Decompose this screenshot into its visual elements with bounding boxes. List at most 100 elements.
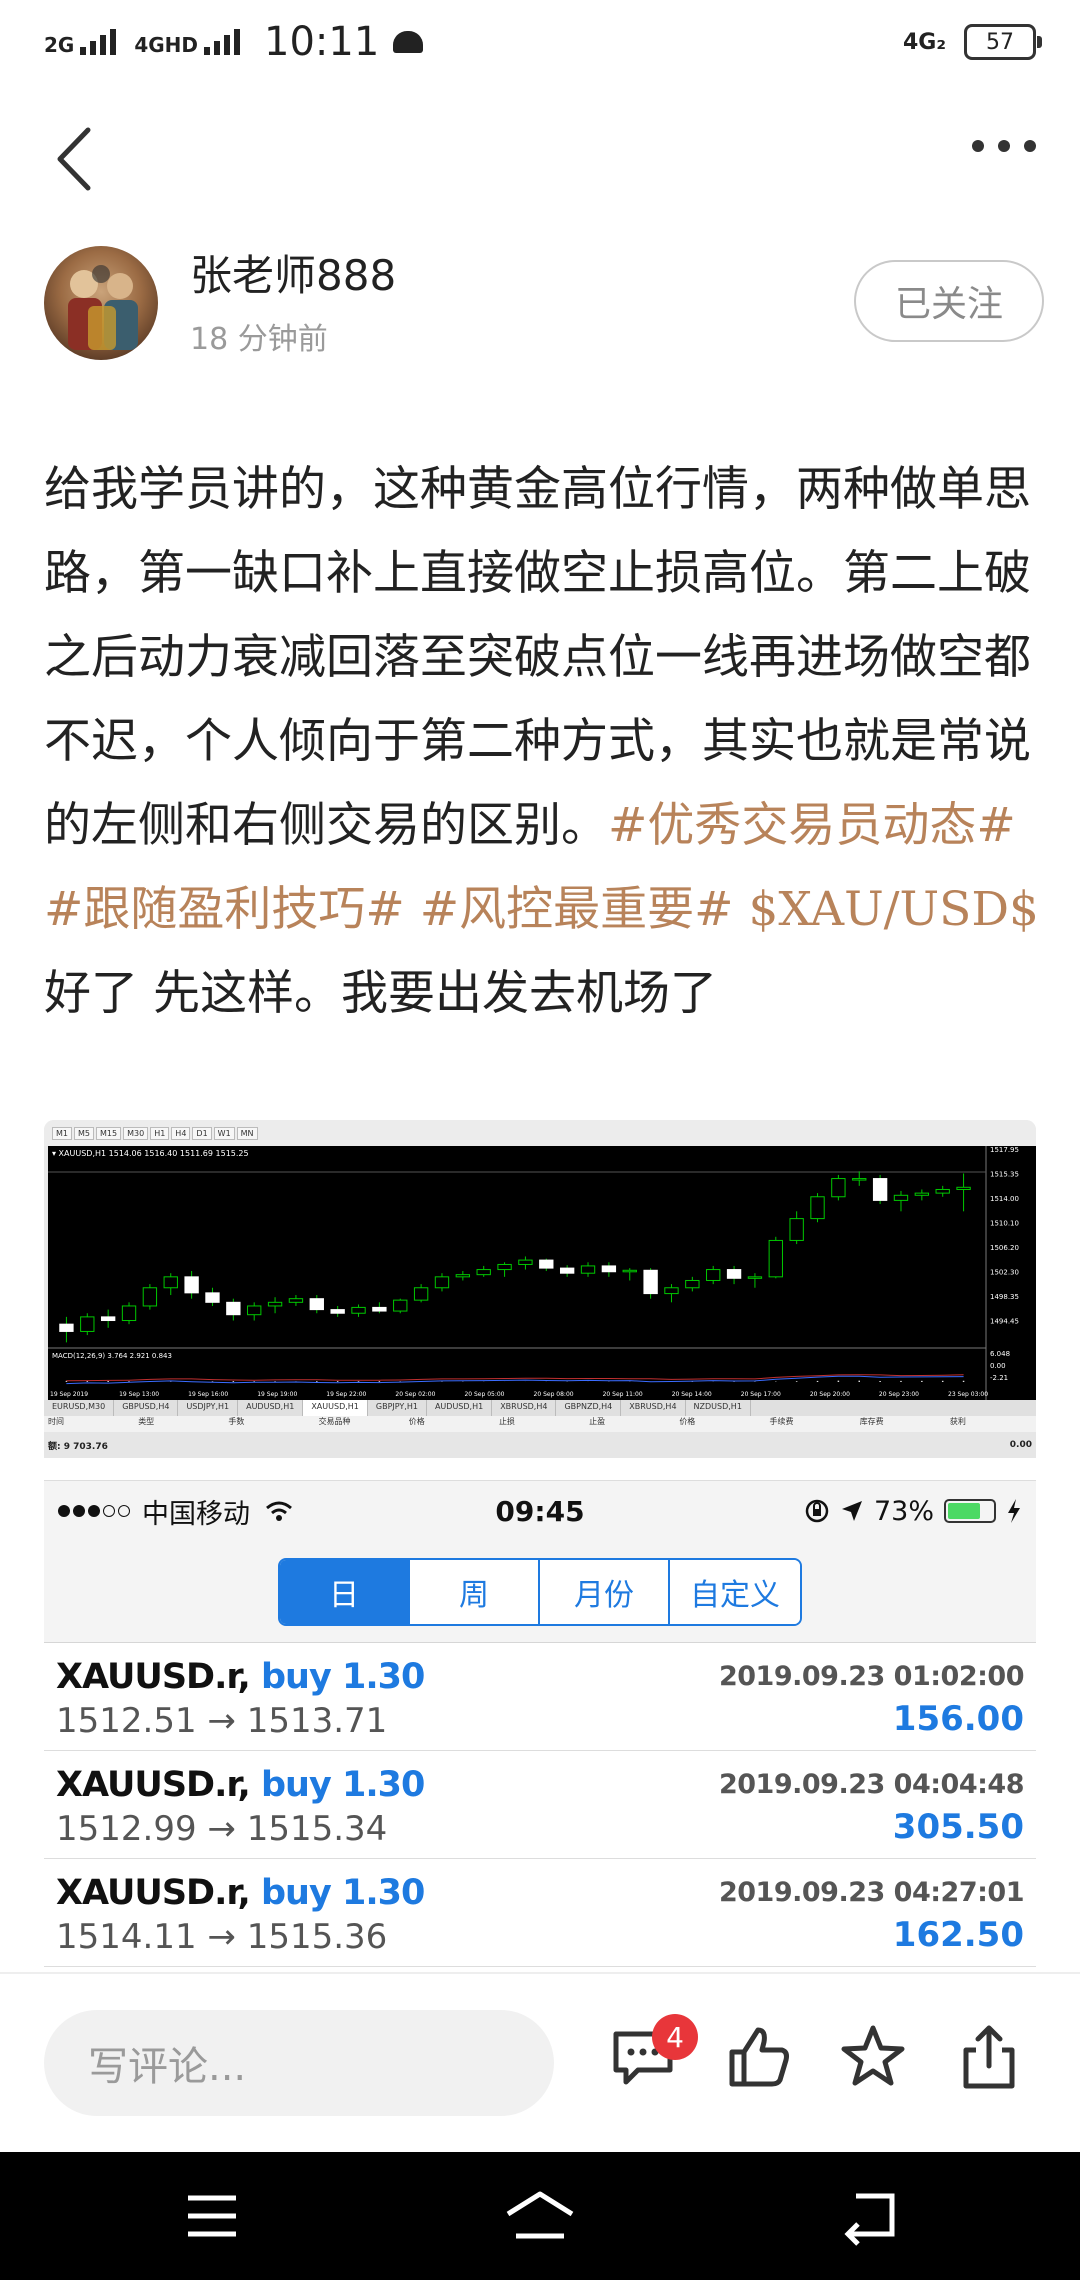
candle-body	[142, 1287, 158, 1307]
symbol-tabs: EURUSD,M30 GBPUSD,H4 USDJPY,H1 AUDUSD,H1 XAU…	[44, 1400, 1036, 1416]
menu-icon[interactable]	[186, 2186, 238, 2246]
terminal-column-header: 库存费	[859, 1417, 884, 1426]
candle-body	[413, 1287, 429, 1301]
author-name[interactable]: 张老师888	[190, 242, 396, 303]
more-options-button[interactable]	[972, 140, 1036, 152]
candle-body	[580, 1265, 596, 1274]
charging-bolt-icon	[1008, 1499, 1020, 1523]
hashtag-link[interactable]: #跟随盈利技巧#	[44, 882, 405, 937]
candle-body	[810, 1196, 825, 1220]
symbol-name: XAUUSD.r,	[56, 1765, 251, 1805]
post-text-tail: 好了 先这样。我要出发去机场了	[44, 966, 717, 1021]
trade-datetime: 2019.09.23 04:04:48	[718, 1769, 1025, 1800]
candle-body	[768, 1239, 783, 1278]
candle-body	[330, 1309, 345, 1314]
hashtag-link[interactable]: #风控最重要#	[420, 882, 734, 937]
terminal-column-header: 手续费	[769, 1417, 794, 1426]
candle-body	[789, 1218, 804, 1241]
time-tick-label: 20 Sep 23:00	[879, 1391, 919, 1398]
timeframe-label: M5	[74, 1126, 94, 1140]
candle-body	[309, 1298, 324, 1311]
author-header: 张老师888 18 分钟前 已关注	[44, 242, 1044, 362]
candle-body	[956, 1186, 971, 1190]
candle-body	[914, 1192, 930, 1196]
candle-body	[935, 1188, 950, 1194]
candle-body	[539, 1259, 554, 1269]
home-icon[interactable]	[502, 2186, 578, 2246]
period-tab[interactable]: 日	[280, 1559, 410, 1624]
candle-body	[434, 1276, 450, 1289]
post-body: 给我学员讲的，这种黄金高位行情，两种做单思路，第一缺口补上直接做空止损高位。第二…	[44, 448, 1044, 1036]
symbol-tab[interactable]: EURUSD,M30	[44, 1400, 115, 1416]
ios-battery-pct: 73%	[873, 1495, 934, 1527]
chart-background	[48, 1146, 1036, 1400]
terminal-column-header: 时间	[48, 1417, 64, 1426]
symbol-tab[interactable]: XBRUSD,H4	[492, 1400, 557, 1416]
trade-row[interactable]: XAUUSD.r, buy 1.30 2019.09.23 01:02:00 151…	[44, 1643, 1036, 1751]
trade-datetime: 2019.09.23 04:27:01	[718, 1877, 1025, 1908]
price-tick-label: 1517.95	[990, 1146, 1019, 1154]
candle-body	[80, 1316, 95, 1332]
follow-button[interactable]: 已关注	[854, 260, 1044, 342]
candle-body	[476, 1269, 491, 1276]
symbol-tab[interactable]: USDJPY,H1	[178, 1400, 239, 1416]
symbol-tab[interactable]: NZDUSD,H1	[686, 1400, 751, 1416]
timeframe-label: M1	[52, 1126, 72, 1140]
chevron-left-icon	[57, 127, 91, 191]
candle-body	[893, 1194, 909, 1201]
star-icon	[841, 2025, 905, 2086]
share-icon	[963, 2025, 1015, 2089]
symbol-tab[interactable]: AUDUSD,H1	[427, 1400, 493, 1416]
period-tab[interactable]: 月份	[540, 1559, 670, 1624]
back-button[interactable]	[48, 124, 108, 194]
hashtag-link[interactable]: #优秀交易员动态#	[608, 798, 1016, 853]
sim1-label: 2G	[44, 33, 75, 57]
mt4-chart-image[interactable]: M1 M5 M15 M30 H1 H4 D1 W1 MN ▾ XAUUSD,H1…	[44, 1120, 1036, 1458]
period-tab[interactable]: 自定义	[670, 1559, 800, 1624]
candle-body	[205, 1292, 220, 1303]
price-tick-label: 1514.00	[990, 1195, 1019, 1203]
candlestick-svg: ▾ XAUUSD,H1 1514.06 1516.40 1511.69 1515…	[48, 1146, 1036, 1400]
candle-body	[685, 1279, 700, 1289]
time-tick-label: 23 Sep 03:00	[948, 1391, 988, 1398]
timeframe-label: D1	[192, 1126, 212, 1140]
status-bar: 2G 4GHD 10:11 4G₂ 57	[0, 0, 1080, 84]
trade-history-image[interactable]: 中国移动 09:45 73% 日周月份 自定义 XAUUSD.r, buy 1.…	[44, 1480, 1036, 1970]
like-button[interactable]	[724, 2022, 794, 2092]
symbol-tab[interactable]: GBPJPY,H1	[368, 1400, 427, 1416]
period-segmented-control: 日周月份 自定义	[278, 1557, 802, 1626]
period-tab[interactable]: 周	[410, 1559, 540, 1624]
symbol-name: XAUUSD.r,	[56, 1657, 251, 1697]
terminal-column-header: 止损	[498, 1417, 515, 1426]
time-tick-label: 20 Sep 08:00	[534, 1391, 574, 1398]
ios-status-bar: 中国移动 09:45 73%	[44, 1481, 1036, 1541]
timeframe-bar: M1 M5 M15 M30 H1 H4 D1 W1 MN	[44, 1120, 1036, 1146]
symbol-name: XAUUSD.r,	[56, 1873, 251, 1913]
symbol-tab[interactable]: AUDUSD,H1	[238, 1400, 304, 1416]
network-type: 4G₂	[902, 29, 946, 55]
avatar[interactable]	[44, 246, 158, 360]
location-arrow-icon	[841, 1501, 862, 1521]
candle-body	[643, 1269, 658, 1295]
trade-row[interactable]: XAUUSD.r, buy 1.30 2019.09.23 04:27:01 151…	[44, 1859, 1036, 1967]
favorite-button[interactable]	[838, 2022, 908, 2092]
terminal-balance-row: 额: 9 703.76 0.00	[44, 1432, 1036, 1458]
terminal-column-header: 价格	[408, 1417, 425, 1426]
trade-list: XAUUSD.r, buy 1.30 2019.09.23 01:02:00 151…	[44, 1643, 1036, 1967]
back-nav-icon[interactable]	[842, 2186, 898, 2246]
time-tick-label: 19 Sep 22:00	[326, 1391, 366, 1398]
comment-input[interactable]: 写评论...	[44, 2010, 554, 2116]
symbol-tab[interactable]: GBPUSD,H4	[114, 1400, 179, 1416]
share-button[interactable]	[954, 2022, 1024, 2092]
symbol-tab[interactable]: XBRUSD,H4	[621, 1400, 686, 1416]
symbol-tab[interactable]: XAUUSD,H1	[303, 1400, 368, 1416]
more-dots-icon	[1024, 140, 1036, 152]
candle-body	[872, 1178, 888, 1201]
trade-row[interactable]: XAUUSD.r, buy 1.30 2019.09.23 04:04:48 151…	[44, 1751, 1036, 1859]
battery-level: 57	[986, 29, 1014, 55]
symbol-tab[interactable]: GBPNZD,H4	[556, 1400, 622, 1416]
symbol-link[interactable]: $XAU/USD$	[748, 882, 1038, 937]
trade-symbol: XAUUSD.r, buy 1.30	[56, 1765, 425, 1805]
candle-body	[497, 1263, 512, 1271]
time-tick-label: 20 Sep 11:00	[603, 1391, 643, 1398]
